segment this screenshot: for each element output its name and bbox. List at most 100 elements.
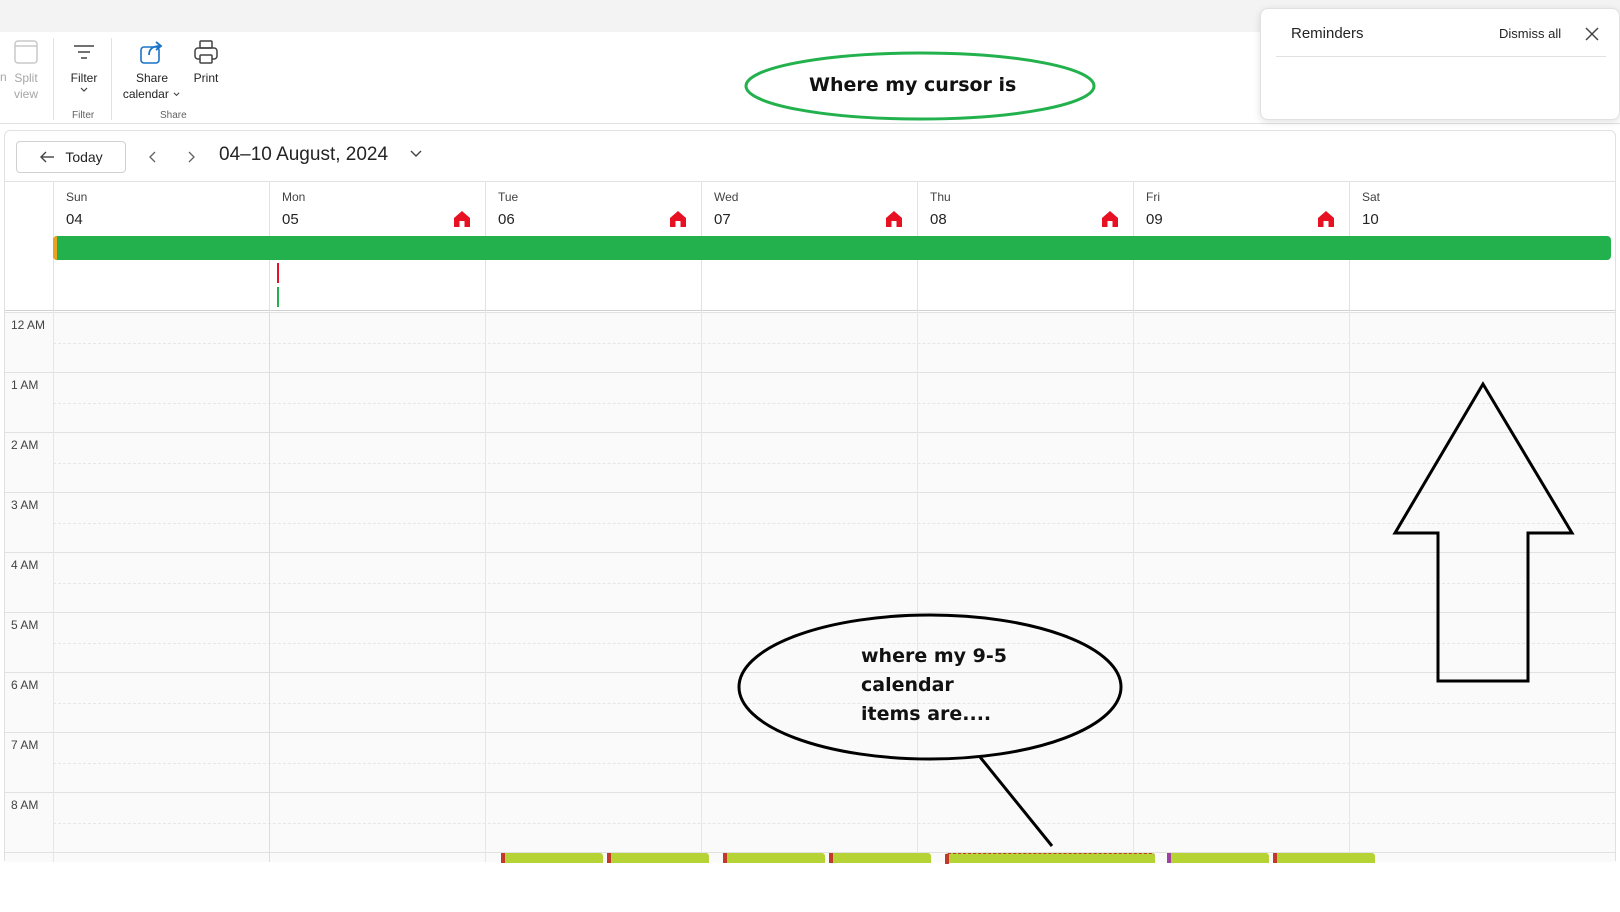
ribbon-separator — [111, 38, 112, 120]
event-category-edge — [1273, 853, 1277, 863]
printer-icon — [194, 40, 218, 64]
calendar-navbar: Today 04–10 August, 2024 — [5, 131, 1615, 181]
calendar-event[interactable] — [945, 853, 1155, 864]
day-column-line — [1133, 312, 1134, 862]
event-category-edge — [1167, 853, 1171, 863]
calendar-event[interactable] — [501, 853, 603, 863]
half-hour-line — [53, 403, 1615, 404]
day-name: Wed — [714, 190, 739, 204]
today-button[interactable]: Today — [16, 141, 126, 173]
share-icon — [140, 41, 163, 64]
previous-week-button[interactable] — [139, 143, 167, 171]
chevron-down-icon[interactable] — [409, 149, 423, 159]
home-icon — [454, 211, 470, 227]
next-week-button[interactable] — [177, 143, 205, 171]
hour-row: 5 AM — [5, 612, 1615, 672]
day-column-line — [269, 312, 270, 862]
split-view-button[interactable]: Split view — [10, 38, 42, 102]
day-number: 07 — [714, 211, 731, 228]
half-hour-line — [53, 343, 1615, 344]
hour-label: 1 AM — [11, 378, 39, 392]
half-hour-line — [53, 823, 1615, 824]
filter-icon — [74, 45, 94, 59]
hour-label: 12 AM — [11, 318, 46, 332]
share-calendar-button[interactable]: Share calendar — [118, 38, 186, 102]
half-hour-line — [53, 523, 1615, 524]
day-name: Mon — [282, 190, 306, 204]
share-label-1: Share — [135, 71, 169, 85]
today-label: Today — [65, 149, 103, 165]
hour-row: 4 AM — [5, 552, 1615, 612]
hour-label: 6 AM — [11, 678, 39, 692]
home-icon — [1318, 211, 1334, 227]
event-category-edge — [945, 854, 949, 864]
half-hour-line — [53, 643, 1615, 644]
split-view-label-2: view — [13, 87, 38, 101]
share-group-label: Share — [160, 110, 187, 121]
event-category-edge — [829, 853, 833, 863]
reminders-panel: Reminders Dismiss all — [1260, 8, 1620, 120]
half-hour-line — [53, 703, 1615, 704]
hour-label: 8 AM — [11, 798, 39, 812]
event-marker-red[interactable] — [277, 263, 279, 283]
all-day-event-marker — [53, 236, 57, 260]
hour-row: 6 AM — [5, 672, 1615, 732]
filter-button[interactable]: Filter — [64, 38, 104, 94]
day-number: 08 — [930, 211, 947, 228]
calendar-event[interactable] — [829, 853, 931, 863]
filter-label: Filter — [70, 71, 98, 85]
day-name: Tue — [498, 190, 519, 204]
reminders-divider — [1276, 56, 1606, 57]
share-label-2: calendar — [123, 86, 181, 102]
ribbon-separator — [53, 38, 54, 120]
day-column-line — [1349, 312, 1350, 862]
hour-row: 2 AM — [5, 432, 1615, 492]
time-grid[interactable]: 12 AM 1 AM 2 AM 3 AM 4 AM 5 AM 6 AM 7 AM… — [5, 312, 1615, 864]
day-number: 10 — [1362, 211, 1379, 228]
event-marker-green[interactable] — [277, 287, 279, 307]
chevron-right-icon — [188, 151, 195, 163]
date-range-title[interactable]: 04–10 August, 2024 — [219, 144, 388, 166]
day-name: Thu — [930, 190, 951, 204]
partial-ribbon-label: n — [0, 70, 7, 84]
chevron-left-icon — [149, 151, 156, 163]
home-icon — [1102, 211, 1118, 227]
day-name: Sun — [66, 190, 88, 204]
half-hour-line — [53, 583, 1615, 584]
day-number: 06 — [498, 211, 515, 228]
share-label-text: calendar — [122, 87, 169, 101]
day-column-line — [53, 312, 54, 862]
print-button[interactable]: Print — [188, 38, 224, 86]
all-day-event-bar[interactable] — [53, 236, 1611, 260]
reminders-title: Reminders — [1291, 25, 1364, 42]
half-hour-line — [53, 463, 1615, 464]
event-category-edge — [607, 853, 611, 863]
day-headers: Sun 04 Mon 05 Tue 06 Wed 07 Thu 08 Fri 0… — [5, 181, 1615, 312]
hour-label: 3 AM — [11, 498, 39, 512]
day-number: 04 — [66, 211, 83, 228]
day-name: Fri — [1146, 190, 1160, 204]
calendar-event[interactable] — [607, 853, 709, 863]
calendar-view: Today 04–10 August, 2024 Sun 04 Mon 05 T… — [4, 130, 1616, 864]
day-column-line — [485, 312, 486, 862]
hour-label: 7 AM — [11, 738, 39, 752]
home-icon — [670, 211, 686, 227]
hour-label: 2 AM — [11, 438, 39, 452]
day-number: 05 — [282, 211, 299, 228]
split-view-icon — [14, 40, 38, 64]
day-column-line — [701, 312, 702, 862]
hour-label: 5 AM — [11, 618, 39, 632]
filter-group-label: Filter — [72, 110, 95, 121]
event-category-edge — [501, 853, 505, 863]
calendar-event[interactable] — [1273, 853, 1375, 863]
chevron-down-icon — [80, 87, 88, 92]
hour-row: 12 AM — [5, 312, 1615, 372]
close-icon[interactable] — [1583, 25, 1601, 43]
split-view-label-1: Split — [14, 71, 38, 85]
calendar-event[interactable] — [1167, 853, 1269, 863]
dismiss-all-button[interactable]: Dismiss all — [1499, 26, 1561, 41]
hour-row: 8 AM — [5, 792, 1615, 852]
print-label: Print — [193, 71, 219, 85]
calendar-event[interactable] — [723, 853, 825, 863]
event-category-edge — [723, 853, 727, 863]
